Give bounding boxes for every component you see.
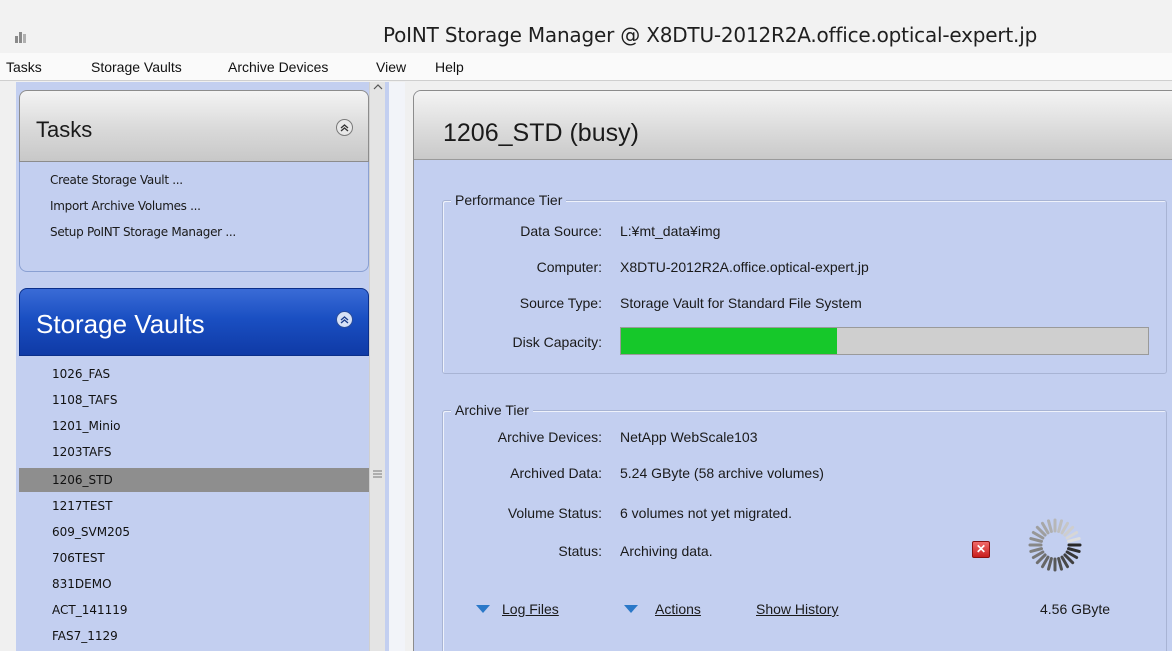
data-source-value: L:¥mt_data¥img: [620, 223, 721, 239]
cancel-archiving-icon[interactable]: ✕: [972, 541, 990, 558]
detail-title: 1206_STD (busy): [443, 119, 639, 147]
disk-capacity-bar: [620, 327, 1149, 355]
app-icon[interactable]: [15, 27, 27, 43]
tasks-panel-body: Create Storage Vault ... Import Archive …: [19, 162, 369, 272]
spinner-tick: [1057, 519, 1063, 533]
vault-list-item[interactable]: FAS7_1129: [19, 624, 349, 648]
menu-view[interactable]: View: [376, 59, 406, 75]
log-files-link[interactable]: Log Files: [502, 601, 559, 617]
disk-capacity-label: Disk Capacity:: [512, 334, 602, 350]
task-create-storage-vault[interactable]: Create Storage Vault ...: [50, 173, 183, 187]
spinner-tick: [1029, 547, 1043, 553]
vault-list-item[interactable]: 706TEST: [19, 546, 349, 570]
show-history-link[interactable]: Show History: [756, 601, 838, 617]
archived-data-value: 5.24 GByte (58 archive volumes): [620, 465, 824, 481]
performance-tier-legend: Performance Tier: [451, 192, 567, 208]
vault-list-item[interactable]: 1217TEST: [19, 494, 349, 518]
vault-list-item[interactable]: 609_SVM205: [19, 520, 349, 544]
storage-vaults-panel-header[interactable]: Storage Vaults: [19, 288, 369, 356]
tasks-panel-title: Tasks: [36, 117, 93, 142]
spinner-tick: [1029, 537, 1043, 543]
title-bar[interactable]: PoINT Storage Manager @ X8DTU-2012R2A.of…: [0, 0, 1172, 53]
scroll-up-icon[interactable]: [373, 83, 383, 93]
status-value: Archiving data.: [620, 543, 713, 559]
status-label: Status:: [558, 543, 602, 559]
task-import-archive-volumes[interactable]: Import Archive Volumes ...: [50, 199, 201, 213]
vault-list-item[interactable]: 1108_TAFS: [19, 388, 349, 412]
storage-vaults-panel-title: Storage Vaults: [36, 309, 205, 339]
archive-tier-legend: Archive Tier: [451, 402, 533, 418]
volume-status-value: 6 volumes not yet migrated.: [620, 505, 792, 521]
window-title: PoINT Storage Manager @ X8DTU-2012R2A.of…: [383, 23, 1038, 47]
detail-pane: 1206_STD (busy) Performance Tier Data So…: [413, 90, 1172, 651]
data-source-label: Data Source:: [520, 223, 602, 239]
tasks-panel-header[interactable]: Tasks: [19, 90, 369, 162]
spinner-tick: [1047, 519, 1053, 533]
computer-value: X8DTU-2012R2A.office.optical-expert.jp: [620, 259, 869, 275]
busy-spinner-icon: [1027, 517, 1083, 576]
archived-data-label: Archived Data:: [510, 465, 602, 481]
source-type-value: Storage Vault for Standard File System: [620, 295, 862, 311]
archiving-size-value: 4.56 GByte: [1040, 601, 1111, 617]
spinner-tick: [1067, 537, 1081, 543]
storage-vaults-collapse-icon[interactable]: [336, 311, 353, 328]
detail-header: 1206_STD (busy): [414, 91, 1172, 160]
archive-devices-label: Archive Devices:: [497, 429, 602, 445]
vault-list-item[interactable]: 831DEMO: [19, 572, 349, 596]
source-type-label: Source Type:: [519, 295, 602, 311]
spinner-tick: [1047, 557, 1053, 571]
vault-list-item[interactable]: 1026_FAS: [19, 362, 349, 386]
menu-help[interactable]: Help: [435, 59, 464, 75]
log-files-expand-icon[interactable]: [476, 605, 490, 613]
volume-status-label: Volume Status:: [507, 505, 602, 521]
actions-link[interactable]: Actions: [655, 601, 701, 617]
left-scrollbar[interactable]: [369, 82, 385, 651]
menu-tasks[interactable]: Tasks: [6, 59, 42, 75]
vault-list-item[interactable]: ACT_141119: [19, 598, 349, 622]
vault-list-item[interactable]: 1203TAFS: [19, 440, 349, 464]
spinner-tick: [1057, 557, 1063, 571]
computer-label: Computer:: [536, 259, 602, 275]
tasks-collapse-icon[interactable]: [336, 119, 353, 136]
disk-capacity-fill: [621, 328, 838, 354]
actions-expand-icon[interactable]: [624, 605, 638, 613]
left-pane: Tasks Create Storage Vault ... Import Ar…: [16, 82, 405, 651]
task-setup-point-storage-manager[interactable]: Setup PoINT Storage Manager ...: [50, 225, 236, 239]
vault-list-item-selected[interactable]: 1206_STD: [19, 468, 369, 492]
vault-list-item[interactable]: 1201_Minio: [19, 414, 349, 438]
left-panel-area: Tasks Create Storage Vault ... Import Ar…: [16, 82, 389, 651]
menu-bar: Tasks Storage Vaults Archive Devices Vie…: [0, 53, 1172, 81]
scroll-grip-icon[interactable]: [373, 470, 382, 481]
menu-archive-devices[interactable]: Archive Devices: [228, 59, 328, 75]
spinner-tick: [1067, 547, 1081, 553]
archive-devices-value: NetApp WebScale103: [620, 429, 758, 445]
menu-storage-vaults[interactable]: Storage Vaults: [91, 59, 182, 75]
